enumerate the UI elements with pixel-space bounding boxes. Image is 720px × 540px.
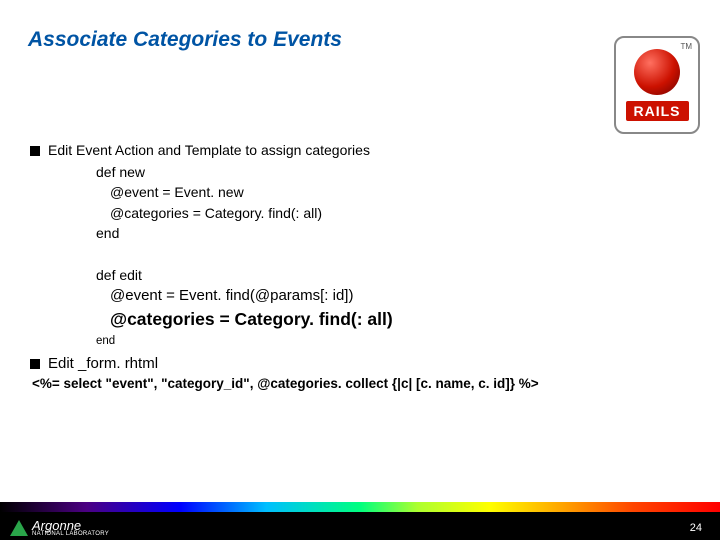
- code-block-edit: def edit @event = Event. find(@params[: …: [96, 265, 690, 349]
- trademark-label: TM: [680, 42, 692, 51]
- triangle-icon: [10, 520, 28, 536]
- code-line: end: [96, 223, 690, 243]
- code-line: @categories = Category. find(: all): [96, 203, 690, 223]
- bullet-text: Edit Event Action and Template to assign…: [48, 142, 370, 158]
- bullet-text: Edit _form. rhtml: [48, 355, 158, 372]
- code-line: def new: [96, 162, 690, 182]
- ruby-gem-icon: [634, 49, 680, 95]
- rails-logo: TM RAILS: [614, 36, 700, 134]
- bullet-item: Edit _form. rhtml: [30, 355, 690, 372]
- org-sub: NATIONAL LABORATORY: [32, 531, 109, 537]
- code-line: def edit: [96, 265, 690, 285]
- bullet-item: Edit Event Action and Template to assign…: [30, 142, 690, 158]
- code-line: @event = Event. find(@params[: id]): [96, 285, 690, 307]
- slide-title: Associate Categories to Events: [28, 28, 342, 52]
- page-number: 24: [688, 522, 704, 534]
- code-block-new: def new @event = Event. new @categories …: [96, 162, 690, 243]
- code-line: end: [96, 333, 690, 350]
- erb-code-line: <%= select "event", "category_id", @cate…: [32, 376, 690, 391]
- square-bullet-icon: [30, 359, 40, 369]
- code-line-highlight: @categories = Category. find(: all): [96, 307, 690, 332]
- code-line: @event = Event. new: [96, 182, 690, 202]
- content-area: Edit Event Action and Template to assign…: [30, 142, 690, 391]
- spectrum-bar: [0, 502, 720, 512]
- argonne-logo: Argonne NATIONAL LABORATORY: [10, 518, 109, 537]
- rails-wordmark: RAILS: [626, 101, 689, 121]
- square-bullet-icon: [30, 146, 40, 156]
